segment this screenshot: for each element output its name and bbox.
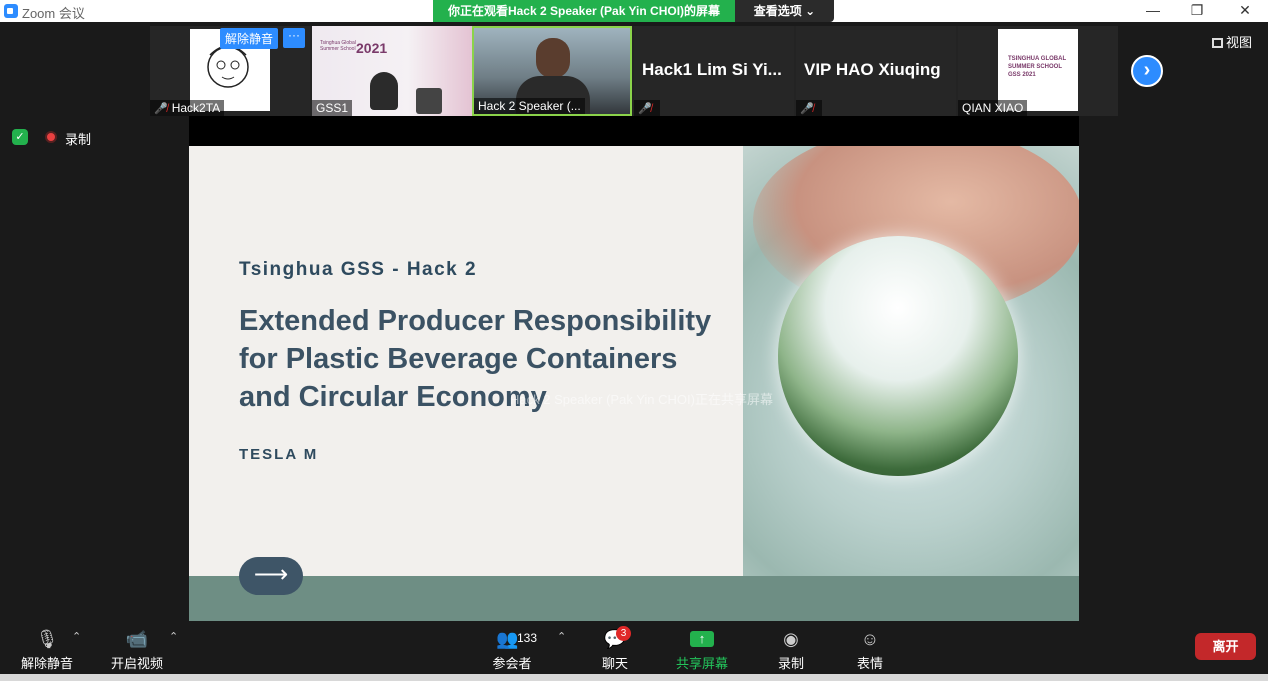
participant-tile[interactable]: Hack1 Lim Si Yi... 🎤̸ [634, 26, 794, 116]
speaker-head [536, 38, 570, 78]
qian-avatar: TSINGHUA GLOBAL SUMMER SCHOOL GSS 2021 [998, 29, 1078, 111]
meeting-toolbar: 🎙 解除静音 ⌃ 📹 开启视频 ⌃ 👥 133 参会者 ⌃ 💬 3 聊天 ↑ 共… [0, 622, 1268, 674]
participants-label: 参会者 [492, 656, 532, 671]
video-options-chevron-icon[interactable]: ⌃ [169, 630, 178, 643]
audio-options-chevron-icon[interactable]: ⌃ [72, 630, 81, 643]
participant-tile[interactable]: Tsinghua Global Summer School 2021 GSS1 [312, 26, 472, 116]
record-icon: ◉ [783, 629, 799, 649]
slide-arrow-icon: ⟶ [239, 557, 303, 595]
start-video-label: 开启视频 [110, 656, 163, 671]
crystal-ball-photo [743, 146, 1079, 576]
chat-button[interactable]: 💬 3 聊天 [598, 626, 632, 672]
participant-name: GSS1 [312, 100, 353, 116]
gss-logo: TSINGHUA GLOBAL SUMMER SCHOOL GSS 2021 [1008, 56, 1067, 78]
leave-meeting-button[interactable]: 离开 [1195, 633, 1256, 660]
participants-button[interactable]: 👥 133 参会者 [490, 628, 538, 672]
recording-label: 录制 [65, 132, 92, 147]
participant-display-name: VIP HAO Xiuqing [804, 60, 941, 79]
slide-footer-band [189, 576, 1079, 621]
viewing-banner: 你正在观看Hack 2 Speaker (Pak Yin CHOI)的屏幕 [433, 0, 735, 22]
chair [416, 88, 442, 114]
participant-name: QIAN XIAO [958, 100, 1028, 116]
participant-tile[interactable]: VIP HAO Xiuqing 🎤̸ [796, 26, 956, 116]
next-page-arrow-icon[interactable]: › [1131, 55, 1163, 87]
os-taskbar [0, 674, 1268, 681]
participant-tile[interactable]: TSINGHUA GLOBAL SUMMER SCHOOL GSS 2021 QIA… [958, 26, 1118, 116]
share-header [189, 116, 1079, 146]
share-screen-button[interactable]: ↑ 共享屏幕 [676, 628, 728, 672]
recording-icon [45, 131, 57, 143]
security-shield-icon[interactable]: ✓ [12, 129, 28, 145]
participant-mute-status: 🎤̸ [796, 100, 822, 116]
reactions-smiley-icon: ☺ [860, 629, 880, 649]
mic-off-icon: 🎤̸ [154, 103, 168, 115]
reactions-label: 表情 [856, 656, 883, 671]
close-button[interactable]: ✕ [1230, 2, 1260, 19]
tile-more-button[interactable]: ··· [283, 28, 305, 48]
gallery-view-button[interactable]: 视图 [1212, 32, 1252, 51]
unmute-button[interactable]: 🎙 解除静音 [20, 628, 74, 672]
mic-off-icon: 🎤̸ [638, 103, 652, 115]
share-screen-label: 共享屏幕 [676, 656, 729, 671]
window-title: Zoom 会议 [22, 6, 85, 21]
participant-name: Hack 2 Speaker (... [474, 98, 585, 114]
chat-badge: 3 [616, 626, 631, 641]
view-options-button[interactable]: 查看选项 ⌄ [735, 0, 834, 22]
participants-options-chevron-icon[interactable]: ⌃ [557, 630, 566, 643]
slide-subtitle: Tsinghua GSS - Hack 2 [239, 259, 478, 280]
record-label: 录制 [777, 656, 804, 671]
participant-display-name: Hack1 Lim Si Yi... [642, 60, 782, 79]
restore-button[interactable]: ❐ [1182, 2, 1212, 19]
gss-year: 2021 [356, 40, 388, 56]
record-button[interactable]: ◉ 录制 [776, 628, 806, 672]
start-video-button[interactable]: 📹 开启视频 [110, 628, 164, 672]
participant-strip: 解除静音 ··· 🎤̸ Hack2TA Tsinghua Global Summer… [150, 26, 1118, 116]
mic-muted-icon: 🎙 [35, 629, 59, 649]
participants-count: 133 [517, 631, 538, 645]
glass-sphere [778, 236, 1018, 476]
share-screen-icon: ↑ [690, 631, 714, 647]
slide-author: TESLA M [239, 446, 319, 463]
reactions-button[interactable]: ☺ 表情 [855, 628, 885, 672]
minimize-button[interactable]: — [1138, 2, 1168, 18]
video-off-icon: 📹 [125, 629, 149, 649]
grid-icon [1212, 38, 1223, 48]
tile-unmute-button[interactable]: 解除静音 [220, 28, 279, 49]
gss-logo: Tsinghua Global Summer School [320, 40, 356, 52]
zoom-logo-icon [4, 4, 18, 18]
sharing-overlay-text: Hack 2 Speaker (Pak Yin CHOI)正在共享屏幕 [510, 392, 773, 407]
shared-slide: Tsinghua GSS - Hack 2 Extended Producer … [189, 146, 1079, 621]
presenter-figure [370, 72, 398, 110]
chat-label: 聊天 [601, 656, 628, 671]
participant-name: 🎤̸ Hack2TA [150, 100, 225, 116]
participant-tile-active[interactable]: Hack 2 Speaker (... [472, 26, 632, 116]
mic-off-icon: 🎤̸ [800, 103, 814, 115]
participant-tile[interactable]: 解除静音 ··· 🎤̸ Hack2TA [150, 26, 310, 116]
unmute-label: 解除静音 [20, 656, 73, 671]
participant-mute-status: 🎤̸ [634, 100, 660, 116]
